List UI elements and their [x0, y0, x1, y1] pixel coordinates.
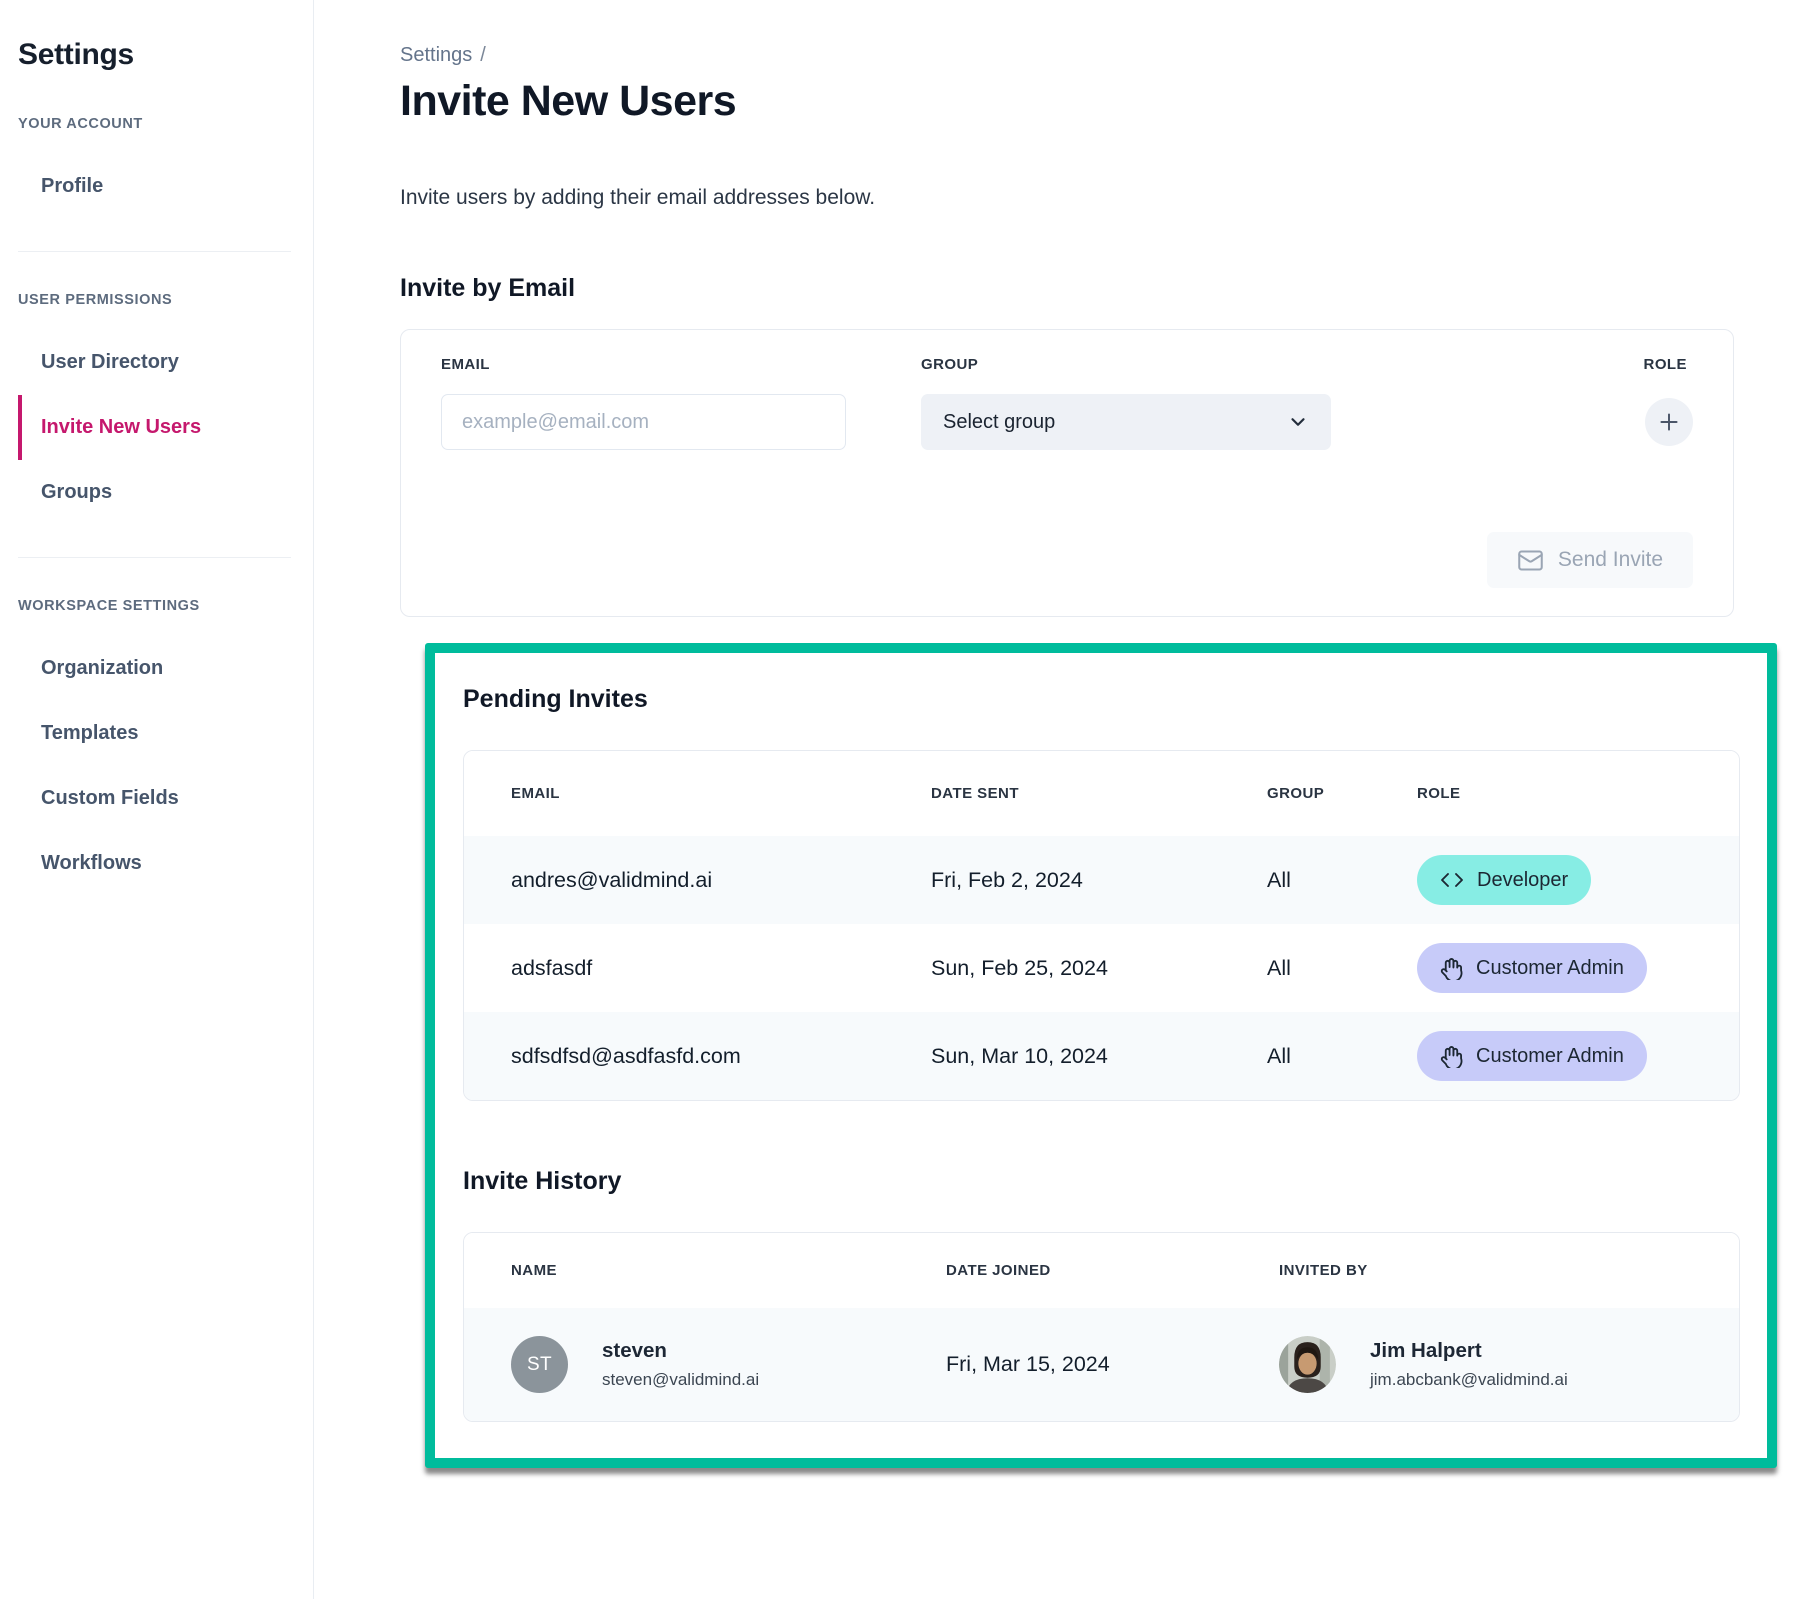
invite-form-card: EMAIL GROUP ROLE Select group	[400, 329, 1734, 617]
role-badge-customer-admin: Customer Admin	[1417, 943, 1647, 993]
send-invite-label: Send Invite	[1558, 548, 1663, 572]
plus-icon	[1656, 409, 1682, 435]
sidebar-item-custom-fields[interactable]: Custom Fields	[18, 766, 295, 831]
sidebar-divider	[18, 557, 291, 558]
invited-by-name: Jim Halpert	[1370, 1339, 1568, 1363]
add-role-button[interactable]	[1645, 398, 1693, 446]
sidebar-item-workflows[interactable]: Workflows	[18, 831, 295, 896]
sidebar-item-user-directory[interactable]: User Directory	[18, 330, 295, 395]
pending-invites-heading: Pending Invites	[463, 685, 1740, 714]
breadcrumb-settings-link[interactable]: Settings	[400, 44, 472, 66]
settings-sidebar: Settings YOUR ACCOUNT Profile USER PERMI…	[0, 0, 314, 1599]
sidebar-item-profile[interactable]: Profile	[18, 154, 295, 219]
user-email: steven@validmind.ai	[602, 1370, 759, 1390]
column-header-group: GROUP	[1267, 785, 1417, 802]
avatar: ST	[511, 1336, 568, 1393]
group-select[interactable]: Select group	[921, 394, 1331, 450]
invite-group: All	[1267, 868, 1417, 893]
role-label: ROLE	[1406, 356, 1693, 373]
main-content: Settings / Invite New Users Invite users …	[314, 0, 1814, 1468]
column-header-role: ROLE	[1417, 785, 1739, 802]
sidebar-section-user-permissions: USER PERMISSIONS	[18, 292, 295, 308]
annotation-highlight-box: Pending Invites EMAIL DATE SENT GROUP RO…	[425, 643, 1777, 1468]
user-name: steven	[602, 1339, 759, 1363]
sidebar-title: Settings	[18, 38, 295, 72]
sidebar-divider	[18, 251, 291, 252]
invite-history-heading: Invite History	[463, 1167, 1740, 1196]
invite-date-sent: Sun, Mar 10, 2024	[931, 1044, 1267, 1069]
date-joined: Fri, Mar 15, 2024	[946, 1352, 1279, 1377]
table-row: sdfsdfsd@asdfasfd.com Sun, Mar 10, 2024 …	[464, 1012, 1739, 1100]
avatar	[1279, 1336, 1336, 1393]
hand-icon	[1440, 1045, 1463, 1068]
role-badge-customer-admin: Customer Admin	[1417, 1031, 1647, 1081]
send-invite-button[interactable]: Send Invite	[1487, 532, 1693, 588]
invite-history-table: NAME DATE JOINED INVITED BY ST steven st…	[463, 1232, 1740, 1422]
email-input[interactable]	[441, 394, 846, 450]
breadcrumb-separator: /	[480, 44, 486, 66]
invite-group: All	[1267, 956, 1417, 981]
mail-icon	[1517, 547, 1544, 574]
invite-by-email-heading: Invite by Email	[400, 274, 1778, 303]
hand-icon	[1440, 957, 1463, 980]
sidebar-item-groups[interactable]: Groups	[18, 460, 295, 525]
sidebar-item-templates[interactable]: Templates	[18, 701, 295, 766]
column-header-email: EMAIL	[511, 785, 931, 802]
table-row: andres@validmind.ai Fri, Feb 2, 2024 All…	[464, 836, 1739, 924]
group-label: GROUP	[921, 356, 1331, 373]
sidebar-section-your-account: YOUR ACCOUNT	[18, 116, 295, 132]
profile-photo	[1279, 1336, 1336, 1393]
role-badge-developer: Developer	[1417, 855, 1591, 905]
page-description: Invite users by adding their email addre…	[400, 186, 1778, 210]
column-header-invited-by: INVITED BY	[1279, 1262, 1739, 1279]
invite-email: adsfasdf	[511, 956, 931, 981]
invite-email: sdfsdfsd@asdfasfd.com	[511, 1044, 931, 1069]
table-row: ST steven steven@validmind.ai Fri, Mar 1…	[464, 1308, 1739, 1421]
code-icon	[1440, 868, 1464, 892]
chevron-down-icon	[1287, 411, 1309, 433]
column-header-date-sent: DATE SENT	[931, 785, 1267, 802]
breadcrumb: Settings /	[400, 44, 1778, 67]
column-header-date-joined: DATE JOINED	[946, 1262, 1279, 1279]
pending-invites-table: EMAIL DATE SENT GROUP ROLE andres@validm…	[463, 750, 1740, 1101]
pending-invites-header-row: EMAIL DATE SENT GROUP ROLE	[464, 751, 1739, 836]
email-label: EMAIL	[441, 356, 846, 373]
page-title: Invite New Users	[400, 77, 1778, 126]
group-select-value: Select group	[943, 411, 1055, 434]
invite-email: andres@validmind.ai	[511, 868, 931, 893]
invite-date-sent: Sun, Feb 25, 2024	[931, 956, 1267, 981]
invite-group: All	[1267, 1044, 1417, 1069]
invite-history-header-row: NAME DATE JOINED INVITED BY	[464, 1233, 1739, 1308]
sidebar-item-organization[interactable]: Organization	[18, 636, 295, 701]
column-header-name: NAME	[511, 1262, 946, 1279]
invited-by-email: jim.abcbank@validmind.ai	[1370, 1370, 1568, 1390]
table-row: adsfasdf Sun, Feb 25, 2024 All Customer …	[464, 924, 1739, 1012]
sidebar-section-workspace-settings: WORKSPACE SETTINGS	[18, 598, 295, 614]
sidebar-item-invite-new-users[interactable]: Invite New Users	[18, 395, 295, 460]
invite-date-sent: Fri, Feb 2, 2024	[931, 868, 1267, 893]
